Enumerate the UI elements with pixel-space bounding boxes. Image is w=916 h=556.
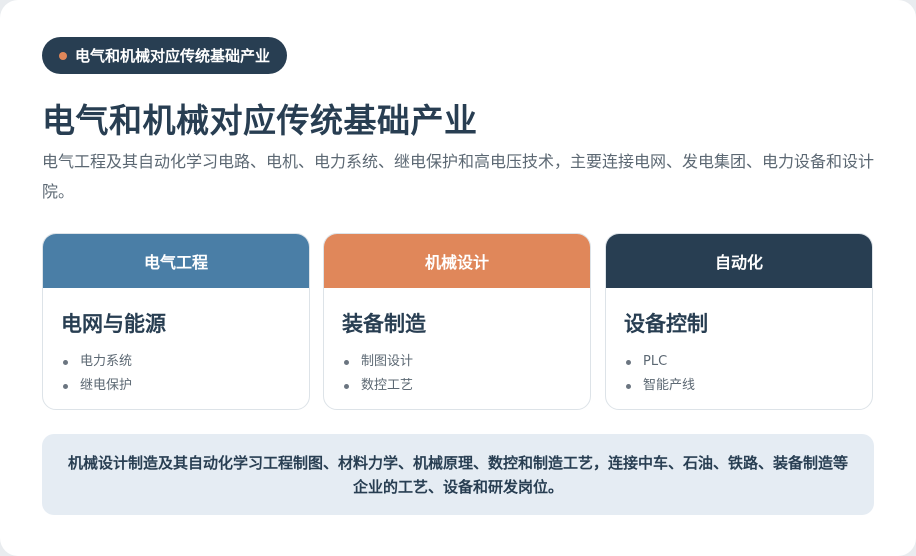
footer-note: 机械设计制造及其自动化学习工程制图、材料力学、机械原理、数控和制造工艺，连接中车… [42, 434, 874, 515]
footer-text: 机械设计制造及其自动化学习工程制图、材料力学、机械原理、数控和制造工艺，连接中车… [67, 453, 848, 496]
list-item: 电力系统 [61, 350, 291, 374]
column-header: 自动化 [606, 234, 872, 288]
column-title: 装备制造 [342, 312, 426, 336]
column-header: 电气工程 [43, 234, 309, 288]
category-badge: 电气和机械对应传统基础产业 [42, 37, 288, 74]
column-mechanical: 机械设计 装备制造 制图设计 数控工艺 [323, 233, 591, 410]
list-item: 数控工艺 [342, 374, 572, 398]
column-list: 电力系统 继电保护 [61, 350, 291, 398]
column-list: PLC 智能产线 [624, 350, 854, 398]
list-item: 继电保护 [61, 374, 291, 398]
content-card: 电气和机械对应传统基础产业 电气和机械对应传统基础产业 电气工程及其自动化学习电… [0, 0, 916, 556]
badge-label: 电气和机械对应传统基础产业 [75, 47, 271, 65]
page-title: 电气和机械对应传统基础产业 [42, 101, 478, 140]
badge-dot-icon [59, 51, 67, 60]
list-item: PLC [624, 350, 854, 374]
column-title: 设备控制 [624, 312, 708, 336]
column-automation: 自动化 设备控制 PLC 智能产线 [605, 233, 873, 410]
list-item: 智能产线 [624, 374, 854, 398]
column-header: 机械设计 [324, 234, 590, 288]
page-description: 电气工程及其自动化学习电路、电机、电力系统、继电保护和高电压技术，主要连接电网、… [42, 152, 875, 201]
column-electrical: 电气工程 电网与能源 电力系统 继电保护 [42, 233, 310, 410]
list-item: 制图设计 [342, 350, 572, 374]
column-list: 制图设计 数控工艺 [342, 350, 572, 398]
column-title: 电网与能源 [61, 312, 166, 336]
